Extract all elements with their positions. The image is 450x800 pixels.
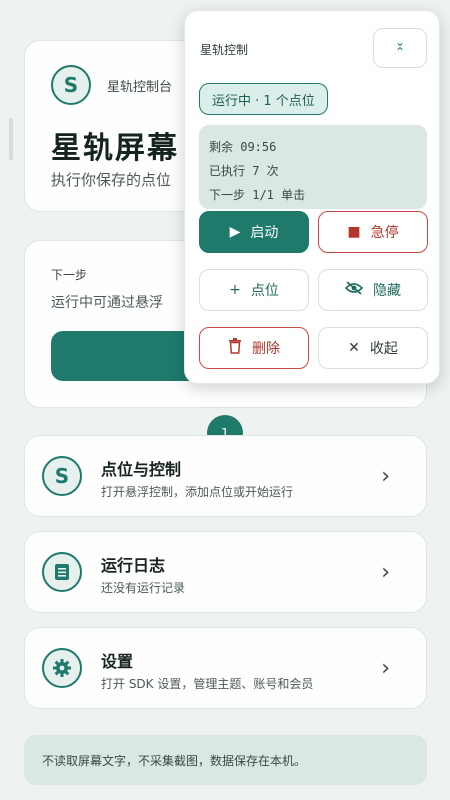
emergency-stop-button[interactable]: ■ 急停 xyxy=(318,211,428,253)
stop-icon: ■ xyxy=(347,224,361,240)
plus-icon: + xyxy=(229,282,241,298)
menu-item-subtitle: 打开悬浮控制，添加点位或开始运行 xyxy=(101,485,294,499)
panel-title: 星轨控制 xyxy=(200,43,249,57)
hide-button[interactable]: 隐藏 xyxy=(318,269,428,311)
menu-item-run-log[interactable]: 运行日志 还没有运行记录 › xyxy=(24,531,427,613)
next-step-description: 运行中可通过悬浮 xyxy=(51,295,163,311)
add-point-label: 点位 xyxy=(250,283,279,299)
start-label: 启动 xyxy=(250,225,279,241)
list-icon xyxy=(42,552,82,592)
delete-label: 删除 xyxy=(252,341,280,357)
gear-icon xyxy=(42,648,82,688)
collapse-icon: ⌄ ⌃ xyxy=(394,35,406,59)
trash-icon xyxy=(228,338,242,358)
menu-item-title: 运行日志 xyxy=(101,556,166,575)
menu-item-settings[interactable]: 设置 打开 SDK 设置，管理主题、账号和会员 › xyxy=(24,627,427,709)
close-icon: ✕ xyxy=(348,340,360,356)
chevron-right-icon: › xyxy=(381,560,390,585)
start-button[interactable]: ▶ 启动 xyxy=(199,211,309,253)
floating-control-panel[interactable]: 星轨控制 ⌄ ⌃ 运行中 · 1 个点位 剩余 09:56 已执行 7 次 下一步… xyxy=(184,10,440,384)
remaining-time: 剩余 09:56 xyxy=(209,140,277,154)
add-point-button[interactable]: + 点位 xyxy=(199,269,309,311)
page-subtitle: 执行你保存的点位 xyxy=(51,171,172,189)
hide-label: 隐藏 xyxy=(373,283,401,299)
play-icon: ▶ xyxy=(229,224,241,240)
menu-item-subtitle: 打开 SDK 设置，管理主题、账号和会员 xyxy=(101,677,314,691)
fold-label: 收起 xyxy=(369,341,398,357)
menu-item-points-control[interactable]: S 点位与控制 打开悬浮控制，添加点位或开始运行 › xyxy=(24,435,427,517)
fold-button[interactable]: ✕ 收起 xyxy=(318,327,428,369)
menu-item-title: 设置 xyxy=(101,652,134,671)
eye-off-icon xyxy=(344,281,364,299)
next-step-info: 下一步 1/1 单击 xyxy=(209,188,306,202)
stop-label: 急停 xyxy=(370,225,399,241)
logo-s-icon: S xyxy=(42,456,82,496)
executed-count: 已执行 7 次 xyxy=(209,164,279,178)
delete-button[interactable]: 删除 xyxy=(199,327,309,369)
brand-label: 星轨控制台 xyxy=(107,80,173,95)
next-step-label: 下一步 xyxy=(51,268,88,282)
page-title: 星轨屏幕 xyxy=(51,131,179,166)
collapse-button[interactable]: ⌄ ⌃ xyxy=(373,28,427,68)
chevron-right-icon: › xyxy=(381,464,390,489)
status-badge: 运行中 · 1 个点位 xyxy=(199,83,328,115)
menu-item-subtitle: 还没有运行记录 xyxy=(101,581,186,595)
logo-s-icon: S xyxy=(51,65,91,105)
menu-item-title: 点位与控制 xyxy=(101,460,182,479)
privacy-note: 不读取屏幕文字，不采集截图，数据保存在本机。 xyxy=(24,735,427,785)
chevron-right-icon: › xyxy=(381,656,390,681)
scroll-indicator[interactable] xyxy=(9,118,13,160)
run-info-box: 剩余 09:56 已执行 7 次 下一步 1/1 单击 xyxy=(199,125,427,209)
